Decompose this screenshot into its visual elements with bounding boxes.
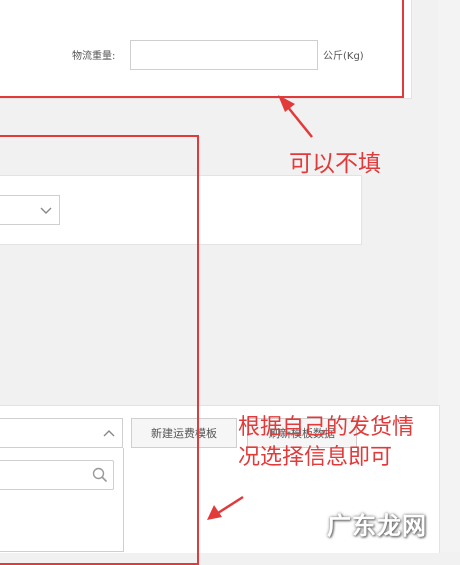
annotation-optional-note: 可以不填 — [289, 151, 381, 177]
arrow-to-weight-icon — [278, 95, 313, 138]
annotation-choose-note-line1: 根据自己的发货情 — [238, 415, 415, 440]
page-scrollbar[interactable] — [438, 0, 460, 552]
annotation-box-template — [0, 135, 199, 565]
annotation-choose-note-line2: 况选择信息即可 — [238, 445, 393, 470]
annotation-box-weight — [0, 0, 404, 98]
watermark: 广东龙网 — [327, 512, 427, 540]
